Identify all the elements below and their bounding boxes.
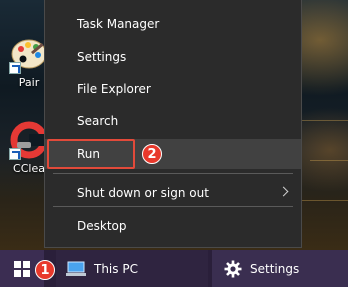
shortcut-arrow-icon [9, 62, 21, 74]
taskbar-item-settings[interactable]: Settings [212, 250, 348, 287]
menu-item-settings[interactable]: Settings [45, 42, 301, 72]
paint-icon [9, 34, 49, 74]
water-reflection [310, 160, 348, 161]
menu-item-label: Desktop [77, 219, 127, 233]
menu-item-label: Task Manager [77, 17, 160, 31]
menu-item-search[interactable]: Search [45, 106, 301, 136]
water-reflection [300, 120, 348, 121]
run-highlight-box [47, 139, 135, 169]
menu-separator [53, 206, 293, 207]
menu-item-label: File Explorer [77, 82, 151, 96]
menu-item-desktop[interactable]: Desktop [45, 211, 301, 241]
step-badge-2: 2 [142, 144, 162, 164]
menu-separator [53, 173, 293, 174]
windows-logo-icon [14, 260, 30, 277]
step-badge-1: 1 [35, 260, 55, 280]
taskbar-item-this-pc[interactable]: This PC [56, 250, 208, 287]
taskbar-item-label: This PC [94, 261, 138, 276]
menu-item-label: Settings [77, 50, 127, 64]
menu-item-label: Search [77, 114, 119, 128]
power-user-menu: Task Manager Settings File Explorer Sear… [44, 0, 302, 248]
gear-icon [224, 260, 242, 277]
water-reflection [296, 200, 348, 201]
menu-item-file-explorer[interactable]: File Explorer [45, 74, 301, 104]
computer-icon [66, 261, 86, 277]
chevron-right-icon [278, 186, 289, 197]
shortcut-arrow-icon [9, 148, 21, 160]
menu-item-task-manager[interactable]: Task Manager [45, 9, 301, 39]
ccleaner-icon [9, 120, 49, 160]
menu-item-label: Shut down or sign out [77, 186, 209, 200]
menu-item-shut-down[interactable]: Shut down or sign out [45, 178, 301, 208]
taskbar-item-label: Settings [250, 261, 300, 276]
